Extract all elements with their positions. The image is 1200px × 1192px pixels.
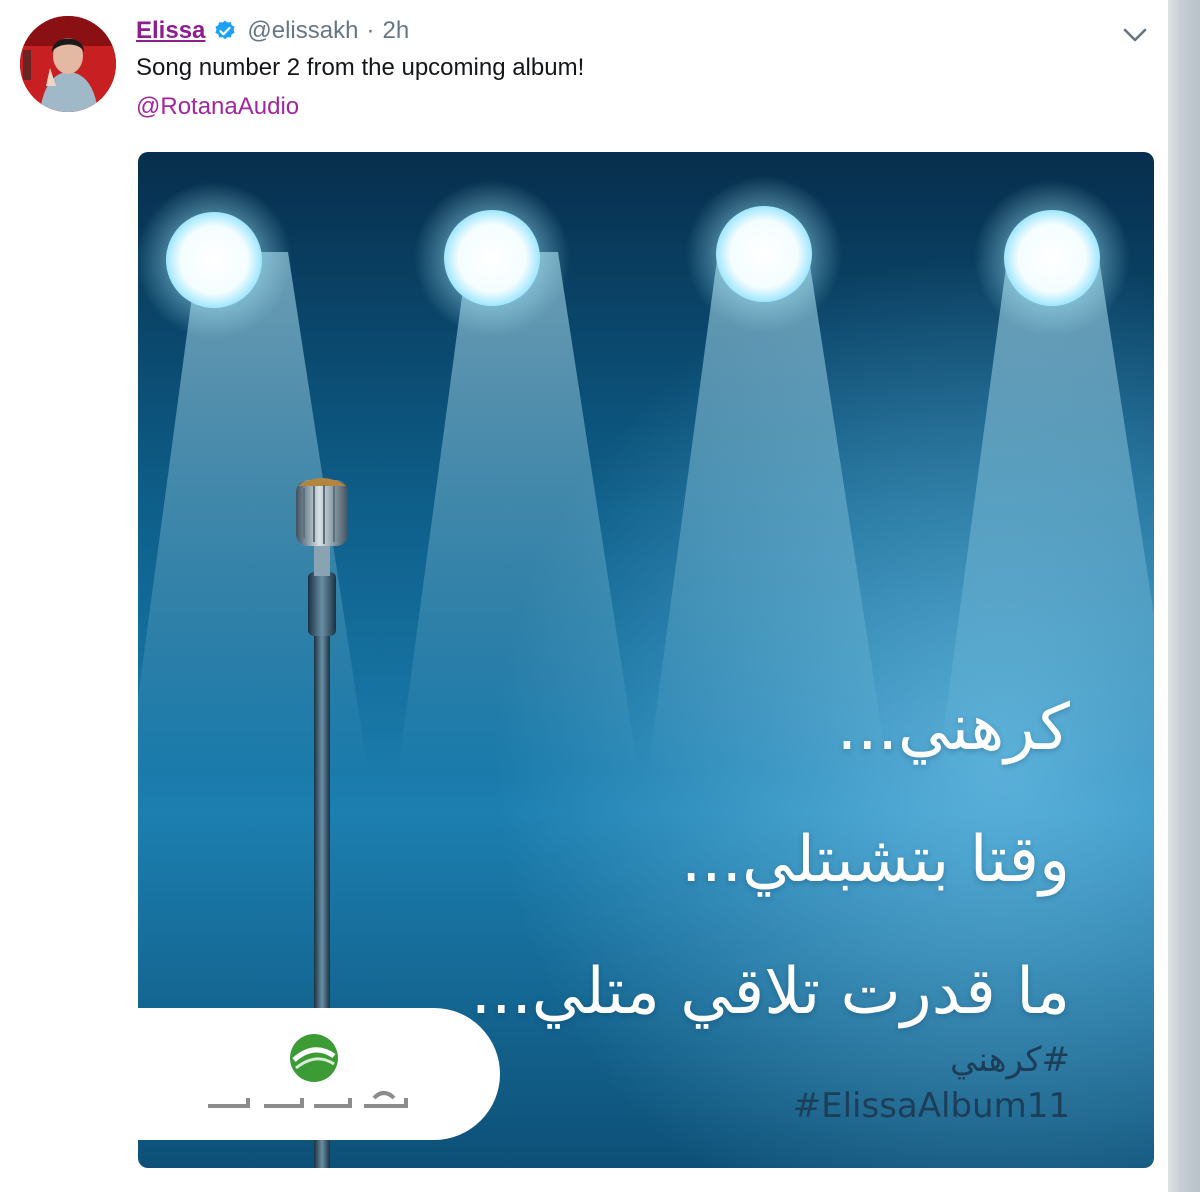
user-handle[interactable]: @elissakh (247, 17, 358, 45)
display-name[interactable]: Elissa (136, 17, 205, 45)
hashtag-arabic: #كرهني (950, 1040, 1070, 1080)
background-strip (1168, 0, 1200, 1192)
verified-badge-icon (215, 20, 235, 40)
tweet[interactable]: Elissa @elissakh · 2h Song number 2 from… (0, 0, 1168, 1192)
rotana-logo (208, 1034, 408, 1108)
tweet-timestamp[interactable]: 2h (382, 17, 409, 45)
avatar[interactable] (20, 16, 116, 112)
mention-link[interactable]: @RotanaAudio (136, 93, 299, 121)
tweet-text: Song number 2 from the upcoming album! (136, 54, 585, 81)
lyrics-overlay: كرهني... وقتا بتشبتلي... ما قدرت تلاقي م… (310, 662, 1070, 1058)
tweet-header: Elissa @elissakh · 2h (136, 14, 409, 48)
rotana-logo-card (138, 1008, 500, 1140)
chevron-down-icon[interactable] (1120, 20, 1150, 50)
separator-dot: · (366, 17, 375, 44)
avatar-image (20, 16, 116, 112)
hashtag-album: #ElissaAlbum11 (792, 1086, 1070, 1126)
lyrics-line-2: وقتا بتشبتلي... (680, 823, 1070, 897)
tweet-media-image[interactable]: كرهني... وقتا بتشبتلي... ما قدرت تلاقي م… (138, 152, 1154, 1168)
lyrics-line-1: كرهني... (836, 691, 1070, 765)
